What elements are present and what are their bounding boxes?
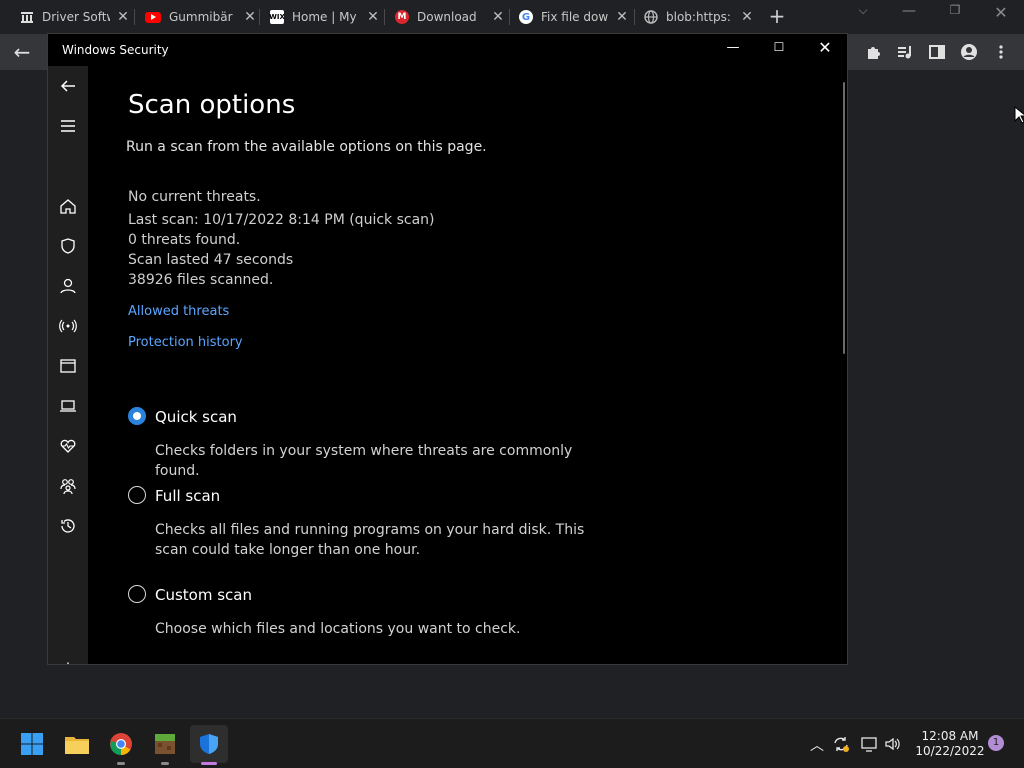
family-options-icon[interactable] bbox=[56, 474, 80, 498]
windows-security-taskbar-icon[interactable] bbox=[190, 725, 228, 763]
scan-options-content: Scan options Run a scan from the availab… bbox=[88, 66, 847, 664]
status-line: Scan lasted 47 seconds bbox=[128, 252, 294, 268]
quick-scan-label[interactable]: Quick scan bbox=[155, 408, 237, 426]
file-explorer-icon[interactable] bbox=[62, 729, 92, 759]
sync-icon[interactable] bbox=[832, 735, 850, 757]
allowed-threats-link[interactable]: Allowed threats bbox=[128, 304, 229, 319]
status-line: Last scan: 10/17/2022 8:14 PM (quick sca… bbox=[128, 212, 435, 228]
app-browser-control-icon[interactable] bbox=[56, 354, 80, 378]
browser-back-icon[interactable]: ← bbox=[10, 40, 34, 64]
hamburger-menu-icon[interactable] bbox=[56, 114, 80, 138]
browser-tab-strip: Driver Softw ✕ Gummibär ✕ WIX Home | My … bbox=[0, 0, 1024, 34]
tab-divider bbox=[259, 9, 260, 25]
status-line: 0 threats found. bbox=[128, 232, 241, 248]
account-protection-icon[interactable] bbox=[56, 274, 80, 298]
browser-tab[interactable]: Driver Softw ✕ bbox=[14, 4, 130, 30]
status-line: 38926 files scanned. bbox=[128, 272, 274, 288]
window-titlebar[interactable]: Windows Security — ☐ ✕ bbox=[48, 34, 847, 66]
full-scan-description: Checks all files and running programs on… bbox=[155, 522, 585, 558]
extensions-icon[interactable] bbox=[865, 43, 883, 61]
custom-scan-label[interactable]: Custom scan bbox=[155, 586, 252, 604]
device-health-icon[interactable] bbox=[56, 434, 80, 458]
close-icon[interactable]: ✕ bbox=[810, 38, 840, 57]
running-indicator bbox=[161, 762, 169, 765]
history-icon[interactable] bbox=[56, 514, 80, 538]
show-hidden-icons-chevron-icon[interactable]: ︿ bbox=[808, 735, 826, 755]
full-scan-label[interactable]: Full scan bbox=[155, 487, 220, 505]
browser-tab[interactable]: WIX Home | My ✕ bbox=[264, 4, 380, 30]
browser-tab[interactable]: blob:https: ✕ bbox=[638, 4, 754, 30]
tab-title: Gummibär bbox=[169, 10, 233, 24]
vertical-scrollbar[interactable] bbox=[843, 82, 845, 354]
globe-icon bbox=[644, 10, 658, 24]
close-tab-icon[interactable]: ✕ bbox=[243, 9, 257, 25]
network-monitor-icon[interactable] bbox=[860, 735, 878, 757]
restore-browser-icon[interactable]: ❐ bbox=[940, 3, 970, 17]
minimize-browser-icon[interactable]: — bbox=[894, 3, 924, 19]
minimize-icon[interactable]: — bbox=[718, 40, 748, 55]
mouse-cursor-icon bbox=[1014, 105, 1024, 128]
start-windows-icon[interactable] bbox=[17, 729, 47, 759]
custom-scan-radio[interactable] bbox=[128, 585, 146, 603]
radio-dot bbox=[133, 412, 141, 420]
device-security-icon[interactable] bbox=[56, 394, 80, 418]
full-scan-radio[interactable] bbox=[128, 486, 146, 504]
quick-scan-description: Checks folders in your system where thre… bbox=[155, 443, 573, 479]
minecraft-icon[interactable] bbox=[150, 729, 180, 759]
tab-title: blob:https: bbox=[666, 10, 731, 24]
chrome-icon[interactable] bbox=[106, 729, 136, 759]
bank-icon bbox=[20, 10, 34, 24]
browser-tab[interactable]: Gummibär ✕ bbox=[139, 4, 257, 30]
profile-icon[interactable] bbox=[960, 43, 978, 61]
side-panel-icon[interactable] bbox=[928, 43, 946, 61]
youtube-icon bbox=[145, 11, 161, 23]
tab-divider bbox=[509, 9, 510, 25]
sidebar-nav bbox=[48, 66, 88, 664]
browser-tab[interactable]: G Fix file dow ✕ bbox=[513, 4, 629, 30]
close-tab-icon[interactable]: ✕ bbox=[740, 9, 754, 25]
tab-title: Download bbox=[417, 10, 477, 24]
tab-divider bbox=[384, 9, 385, 25]
page-subtitle: Run a scan from the available options on… bbox=[126, 139, 487, 155]
window-title: Windows Security bbox=[62, 43, 169, 57]
windows-security-window: Windows Security — ☐ ✕ Scan options Run … bbox=[47, 33, 848, 665]
browser-menu-icon[interactable] bbox=[996, 43, 1014, 61]
mega-icon: M bbox=[395, 10, 409, 24]
media-control-icon[interactable] bbox=[896, 43, 914, 61]
settings-gear-icon[interactable] bbox=[56, 658, 80, 664]
close-tab-icon[interactable]: ✕ bbox=[615, 9, 629, 25]
wix-icon: WIX bbox=[269, 10, 285, 24]
clock-date: 10/22/2022 bbox=[915, 744, 985, 758]
tab-divider bbox=[134, 9, 135, 25]
close-tab-icon[interactable]: ✕ bbox=[116, 9, 130, 25]
new-tab-button[interactable]: + bbox=[766, 5, 788, 27]
tab-search-icon[interactable]: ⌵ bbox=[848, 3, 878, 18]
custom-scan-description: Choose which files and locations you wan… bbox=[155, 621, 521, 637]
tab-title: Driver Softw bbox=[42, 10, 110, 24]
maximize-icon[interactable]: ☐ bbox=[764, 40, 794, 54]
clock[interactable]: 12:08 AM 10/22/2022 bbox=[912, 729, 988, 759]
status-line: No current threats. bbox=[128, 189, 261, 205]
active-app-indicator bbox=[201, 762, 217, 765]
google-icon: G bbox=[519, 10, 533, 24]
tab-title: Fix file dow bbox=[541, 10, 609, 24]
network-antenna-icon[interactable] bbox=[56, 314, 80, 338]
protection-history-link[interactable]: Protection history bbox=[128, 335, 243, 350]
quick-scan-radio[interactable] bbox=[128, 407, 146, 425]
close-tab-icon[interactable]: ✕ bbox=[491, 9, 505, 25]
windows-taskbar: ︿ 12:08 AM 10/22/2022 bbox=[0, 718, 1024, 768]
running-indicator bbox=[117, 762, 125, 765]
close-browser-icon[interactable]: ✕ bbox=[986, 3, 1016, 22]
tab-title: Home | My bbox=[292, 10, 357, 24]
notification-badge[interactable]: 1 bbox=[988, 735, 1004, 751]
close-tab-icon[interactable]: ✕ bbox=[366, 9, 380, 25]
tab-divider bbox=[634, 9, 635, 25]
home-icon[interactable] bbox=[56, 194, 80, 218]
back-arrow-icon[interactable] bbox=[56, 74, 80, 98]
clock-time: 12:08 AM bbox=[921, 729, 979, 743]
browser-tab[interactable]: M Download ✕ bbox=[389, 4, 505, 30]
page-title: Scan options bbox=[128, 90, 296, 120]
volume-speaker-icon[interactable] bbox=[884, 735, 902, 757]
shield-icon[interactable] bbox=[56, 234, 80, 258]
